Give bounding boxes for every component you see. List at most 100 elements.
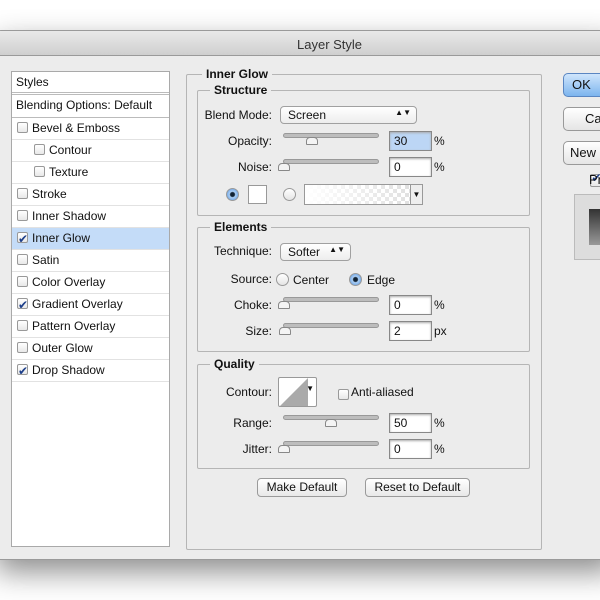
style-checkbox[interactable] bbox=[17, 229, 28, 250]
blend-mode-select[interactable]: Screen ▲▼ bbox=[280, 106, 417, 124]
style-item-label: Inner Shadow bbox=[32, 209, 107, 223]
source-center-radio[interactable] bbox=[276, 273, 289, 286]
make-default-button[interactable]: Make Default bbox=[257, 478, 347, 497]
size-label: Size: bbox=[245, 324, 272, 338]
style-checkbox[interactable] bbox=[17, 320, 28, 331]
updown-arrow-icon: ▲▼ bbox=[395, 108, 411, 117]
style-item[interactable]: Outer Glow bbox=[12, 338, 169, 360]
style-checkbox[interactable] bbox=[17, 188, 28, 199]
style-item[interactable]: Stroke bbox=[12, 184, 169, 206]
style-checkbox[interactable] bbox=[17, 122, 28, 133]
style-item-label: Stroke bbox=[32, 187, 67, 201]
style-item-label: Pattern Overlay bbox=[32, 319, 116, 333]
style-item-label: Outer Glow bbox=[32, 341, 93, 355]
choke-slider[interactable] bbox=[278, 297, 379, 309]
size-slider-thumb[interactable] bbox=[279, 327, 291, 335]
ok-button[interactable]: OK bbox=[563, 73, 600, 97]
style-checkbox[interactable] bbox=[17, 210, 28, 221]
source-edge-label: Edge bbox=[367, 273, 396, 287]
style-item-label: Color Overlay bbox=[32, 275, 106, 289]
gradient-radio[interactable] bbox=[283, 188, 296, 201]
choke-unit: % bbox=[434, 298, 445, 312]
cancel-button[interactable]: Cancel bbox=[563, 107, 600, 131]
style-item[interactable]: Texture bbox=[12, 162, 169, 184]
blend-mode-label: Blend Mode: bbox=[204, 108, 272, 122]
jitter-slider-thumb[interactable] bbox=[278, 445, 290, 453]
range-label: Range: bbox=[233, 416, 272, 430]
style-item[interactable]: Satin bbox=[12, 250, 169, 272]
style-item[interactable]: Color Overlay bbox=[12, 272, 169, 294]
new-style-button[interactable]: New Style... bbox=[563, 141, 600, 165]
style-item[interactable]: Drop Shadow bbox=[12, 360, 169, 382]
size-input[interactable]: 2 bbox=[389, 321, 432, 341]
noise-unit: % bbox=[434, 160, 445, 174]
styles-header[interactable]: Styles bbox=[12, 72, 169, 95]
style-item-label: Drop Shadow bbox=[32, 363, 105, 377]
contour-picker[interactable]: ▼ bbox=[278, 377, 317, 407]
opacity-label: Opacity: bbox=[227, 134, 272, 148]
jitter-slider[interactable] bbox=[278, 441, 379, 453]
glow-color-swatch[interactable] bbox=[248, 185, 267, 204]
style-checkbox[interactable] bbox=[17, 295, 28, 316]
choke-input[interactable]: 0 bbox=[389, 295, 432, 315]
source-edge-radio[interactable] bbox=[349, 273, 362, 286]
style-item-label: Bevel & Emboss bbox=[32, 121, 121, 135]
style-checkbox[interactable] bbox=[17, 342, 28, 353]
contour-label: Contour: bbox=[225, 385, 272, 399]
jitter-input[interactable]: 0 bbox=[389, 439, 432, 459]
opacity-slider-thumb[interactable] bbox=[306, 137, 318, 145]
jitter-unit: % bbox=[434, 442, 445, 456]
noise-slider[interactable] bbox=[278, 159, 379, 171]
anti-aliased-label: Anti-aliased bbox=[351, 385, 414, 399]
blend-mode-value: Screen bbox=[288, 108, 327, 122]
style-item[interactable]: Inner Shadow bbox=[12, 206, 169, 228]
solid-color-radio[interactable] bbox=[226, 188, 239, 201]
styles-list: Styles Blending Options: Default Bevel &… bbox=[11, 71, 170, 547]
technique-select[interactable]: Softer ▲▼ bbox=[280, 243, 351, 261]
anti-aliased-checkbox[interactable] bbox=[338, 389, 349, 400]
range-unit: % bbox=[434, 416, 445, 430]
opacity-slider[interactable] bbox=[283, 133, 379, 145]
range-slider-thumb[interactable] bbox=[325, 419, 337, 427]
structure-title: Structure bbox=[210, 83, 272, 97]
style-checkbox[interactable] bbox=[17, 254, 28, 265]
jitter-label: Jitter: bbox=[242, 442, 272, 456]
technique-label: Technique: bbox=[213, 244, 272, 258]
style-item[interactable]: Pattern Overlay bbox=[12, 316, 169, 338]
dropdown-arrow-icon[interactable]: ▼ bbox=[306, 384, 314, 393]
source-label: Source: bbox=[230, 272, 272, 286]
choke-slider-thumb[interactable] bbox=[278, 301, 290, 309]
range-input[interactable]: 50 bbox=[389, 413, 432, 433]
style-item[interactable]: Contour bbox=[12, 140, 169, 162]
style-item-label: Inner Glow bbox=[32, 231, 91, 245]
size-unit: px bbox=[434, 324, 447, 338]
size-slider[interactable] bbox=[279, 323, 379, 335]
dropdown-arrow-icon[interactable]: ▼ bbox=[410, 185, 422, 204]
style-checkbox[interactable] bbox=[17, 276, 28, 287]
elements-title: Elements bbox=[210, 220, 272, 234]
noise-slider-thumb[interactable] bbox=[278, 163, 290, 171]
noise-label: Noise: bbox=[237, 160, 272, 174]
style-item[interactable]: Gradient Overlay bbox=[12, 294, 169, 316]
style-item[interactable]: Bevel & Emboss bbox=[12, 118, 169, 140]
style-checkbox[interactable] bbox=[17, 361, 28, 382]
style-item[interactable]: Inner Glow bbox=[12, 228, 169, 250]
range-slider[interactable] bbox=[283, 415, 379, 427]
title-bar[interactable]: Layer Style bbox=[0, 31, 600, 56]
technique-value: Softer bbox=[288, 245, 321, 259]
style-item-label: Contour bbox=[49, 143, 92, 157]
preview-swatch bbox=[589, 209, 600, 245]
style-preview bbox=[574, 194, 600, 260]
style-checkbox[interactable] bbox=[34, 144, 45, 155]
opacity-input[interactable]: 30 bbox=[389, 131, 432, 151]
gradient-picker[interactable]: ▼ bbox=[304, 184, 423, 205]
quality-title: Quality bbox=[210, 357, 259, 371]
style-item-label: Texture bbox=[49, 165, 89, 179]
blending-options[interactable]: Blending Options: Default bbox=[12, 95, 169, 118]
noise-input[interactable]: 0 bbox=[389, 157, 432, 177]
style-item-label: Gradient Overlay bbox=[32, 297, 123, 311]
style-checkbox[interactable] bbox=[34, 166, 45, 177]
reset-to-default-button[interactable]: Reset to Default bbox=[365, 478, 470, 497]
style-item-label: Satin bbox=[32, 253, 60, 267]
opacity-unit: % bbox=[434, 134, 445, 148]
